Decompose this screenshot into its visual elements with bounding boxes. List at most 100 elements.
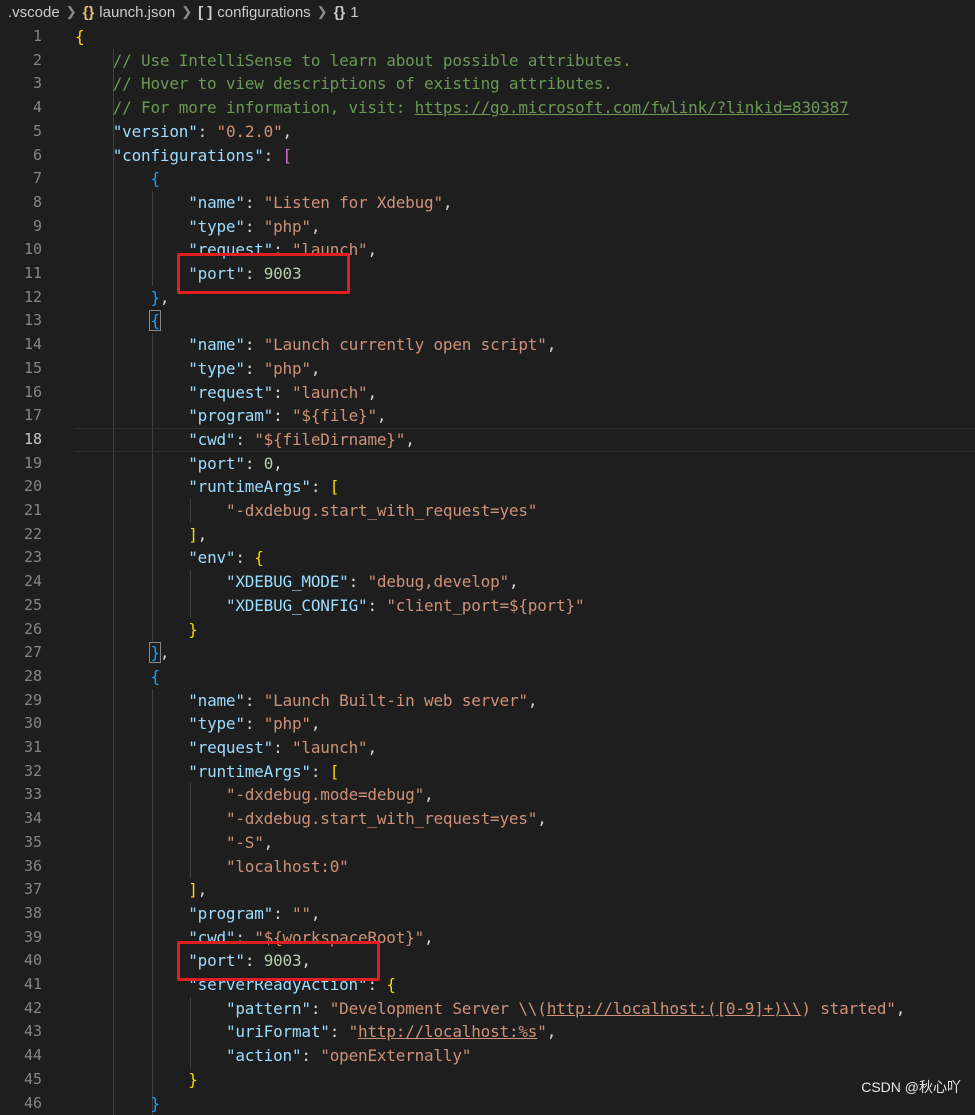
- code-line[interactable]: 38 "program": "",: [0, 902, 975, 926]
- code-token: ,: [509, 572, 518, 591]
- code-line[interactable]: 45 }: [0, 1068, 975, 1092]
- code-token: "type": [188, 359, 245, 378]
- code-token: {: [150, 169, 159, 188]
- chevron-right-icon: ❯: [66, 4, 77, 20]
- code-token: "openExternally": [320, 1046, 471, 1065]
- code-token: :: [311, 999, 330, 1018]
- code-text: "-dxdebug.start_with_request=yes": [75, 499, 537, 523]
- code-line[interactable]: 32 "runtimeArgs": [: [0, 760, 975, 784]
- code-token: ,: [424, 785, 433, 804]
- code-line[interactable]: 31 "request": "launch",: [0, 736, 975, 760]
- code-line[interactable]: 9 "type": "php",: [0, 215, 975, 239]
- line-number: 39: [0, 926, 42, 950]
- code-token: "pattern": [226, 999, 311, 1018]
- code-line[interactable]: 5 "version": "0.2.0",: [0, 120, 975, 144]
- code-line[interactable]: 15 "type": "php",: [0, 357, 975, 381]
- code-token[interactable]: https://go.microsoft.com/fwlink/?linkid=…: [415, 98, 849, 117]
- line-number: 27: [0, 641, 42, 665]
- code-token: [75, 264, 188, 283]
- code-token: [75, 525, 188, 544]
- code-line[interactable]: 19 "port": 0,: [0, 452, 975, 476]
- code-line[interactable]: 10 "request": "launch",: [0, 238, 975, 262]
- code-text: "-dxdebug.start_with_request=yes",: [75, 807, 547, 831]
- breadcrumb-folder[interactable]: .vscode: [8, 4, 60, 21]
- code-token[interactable]: http://localhost:([0-9]+)\\: [547, 999, 802, 1018]
- line-number: 43: [0, 1020, 42, 1044]
- code-line[interactable]: 33 "-dxdebug.mode=debug",: [0, 783, 975, 807]
- code-line[interactable]: 6 "configurations": [: [0, 144, 975, 168]
- breadcrumb-file[interactable]: {}launch.json: [83, 4, 176, 21]
- code-line[interactable]: 8 "name": "Listen for Xdebug",: [0, 191, 975, 215]
- code-line[interactable]: 4 // For more information, visit: https:…: [0, 96, 975, 120]
- code-line[interactable]: 18 "cwd": "${fileDirname}",: [0, 428, 975, 452]
- line-number: 31: [0, 736, 42, 760]
- line-number: 44: [0, 1044, 42, 1068]
- code-line[interactable]: 24 "XDEBUG_MODE": "debug,develop",: [0, 570, 975, 594]
- code-line[interactable]: 23 "env": {: [0, 546, 975, 570]
- line-number: 19: [0, 452, 42, 476]
- code-line[interactable]: 36 "localhost:0": [0, 855, 975, 879]
- code-line[interactable]: 22 ],: [0, 523, 975, 547]
- breadcrumb-object[interactable]: {}1: [334, 4, 359, 21]
- code-token: [75, 667, 150, 686]
- code-line[interactable]: 16 "request": "launch",: [0, 381, 975, 405]
- code-text: {: [75, 665, 160, 689]
- code-text: "program": "",: [75, 902, 320, 926]
- code-line[interactable]: 28 {: [0, 665, 975, 689]
- code-token: // Hover to view descriptions of existin…: [75, 74, 613, 93]
- code-line[interactable]: 25 "XDEBUG_CONFIG": "client_port=${port}…: [0, 594, 975, 618]
- code-line[interactable]: 7 {: [0, 167, 975, 191]
- code-token: :: [245, 217, 264, 236]
- code-line[interactable]: 42 "pattern": "Development Server \\(htt…: [0, 997, 975, 1021]
- code-token: ,: [367, 738, 376, 757]
- code-token: :: [198, 122, 217, 141]
- line-number: 28: [0, 665, 42, 689]
- code-line[interactable]: 26 }: [0, 618, 975, 642]
- code-line[interactable]: 40 "port": 9003,: [0, 949, 975, 973]
- code-line[interactable]: 27 },: [0, 641, 975, 665]
- code-line[interactable]: 13 {: [0, 309, 975, 333]
- code-line[interactable]: 20 "runtimeArgs": [: [0, 475, 975, 499]
- code-token: "Listen for Xdebug": [264, 193, 443, 212]
- code-token: // Use IntelliSense to learn about possi…: [75, 51, 632, 70]
- code-text: "-dxdebug.mode=debug",: [75, 783, 433, 807]
- code-line[interactable]: 44 "action": "openExternally": [0, 1044, 975, 1068]
- code-token: "${file}": [292, 406, 377, 425]
- code-line[interactable]: 2 // Use IntelliSense to learn about pos…: [0, 49, 975, 73]
- code-token: :: [311, 477, 330, 496]
- code-line[interactable]: 30 "type": "php",: [0, 712, 975, 736]
- code-line[interactable]: 11 "port": 9003: [0, 262, 975, 286]
- code-line[interactable]: 3 // Hover to view descriptions of exist…: [0, 72, 975, 96]
- code-token: "launch": [292, 738, 367, 757]
- code-token: [75, 1070, 188, 1089]
- code-line[interactable]: 46 }: [0, 1092, 975, 1115]
- code-line[interactable]: 35 "-S",: [0, 831, 975, 855]
- line-number: 5: [0, 120, 42, 144]
- code-line[interactable]: 29 "name": "Launch Built-in web server",: [0, 689, 975, 713]
- code-token: "php": [264, 359, 311, 378]
- code-line[interactable]: 1{: [0, 25, 975, 49]
- breadcrumb-configurations[interactable]: [ ]configurations: [198, 4, 311, 21]
- code-line[interactable]: 39 "cwd": "${workspaceRoot}",: [0, 926, 975, 950]
- code-token: [75, 146, 113, 165]
- code-token: [75, 288, 150, 307]
- code-token: :: [349, 572, 368, 591]
- code-token: :: [235, 430, 254, 449]
- code-token: [75, 217, 188, 236]
- code-editor[interactable]: 1{2 // Use IntelliSense to learn about p…: [0, 24, 975, 1107]
- code-token: [75, 596, 226, 615]
- code-line[interactable]: 43 "uriFormat": "http://localhost:%s",: [0, 1020, 975, 1044]
- code-line[interactable]: 34 "-dxdebug.start_with_request=yes",: [0, 807, 975, 831]
- code-text: },: [75, 641, 169, 665]
- code-text: "program": "${file}",: [75, 404, 386, 428]
- code-line[interactable]: 21 "-dxdebug.start_with_request=yes": [0, 499, 975, 523]
- code-line[interactable]: 14 "name": "Launch currently open script…: [0, 333, 975, 357]
- code-line[interactable]: 12 },: [0, 286, 975, 310]
- code-line[interactable]: 37 ],: [0, 878, 975, 902]
- code-line[interactable]: 41 "serverReadyAction": {: [0, 973, 975, 997]
- code-text: "type": "php",: [75, 712, 320, 736]
- line-number: 37: [0, 878, 42, 902]
- code-line[interactable]: 17 "program": "${file}",: [0, 404, 975, 428]
- line-number: 30: [0, 712, 42, 736]
- code-token[interactable]: http://localhost:%s: [358, 1022, 537, 1041]
